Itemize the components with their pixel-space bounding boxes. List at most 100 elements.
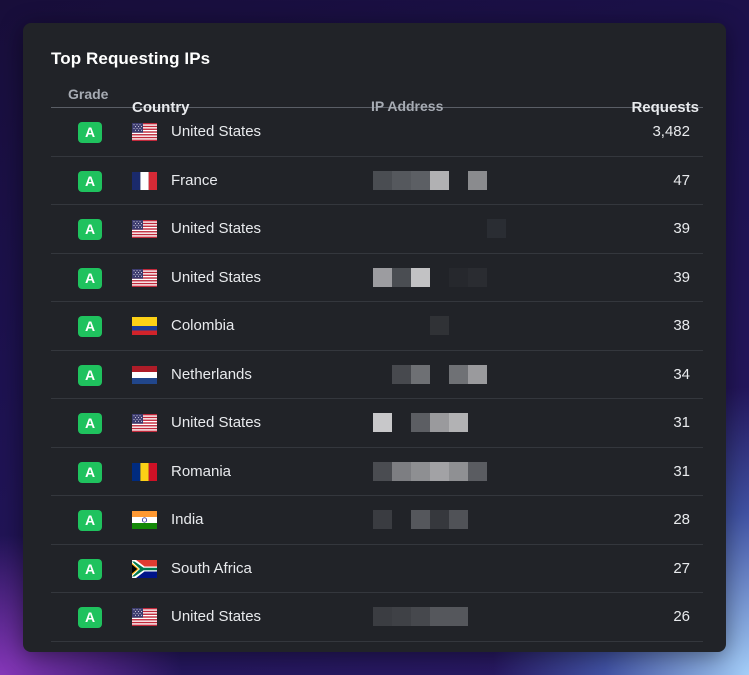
grade-badge: A <box>78 607 102 628</box>
request-count: 31 <box>673 462 690 480</box>
table-row[interactable]: A India 28 <box>51 496 703 545</box>
table-row[interactable]: A France 47 <box>51 157 703 205</box>
country-name: Colombia <box>171 317 235 334</box>
top-ips-card: Top Requesting IPs Grade Country IP Addr… <box>23 23 726 652</box>
redaction-pixel <box>411 461 430 481</box>
redaction-pixel <box>411 267 430 287</box>
ip-address-redacted <box>373 510 506 529</box>
country-name: Netherlands <box>171 365 252 383</box>
request-count: 34 <box>673 365 690 383</box>
table-row[interactable]: A Romania 31 <box>51 448 703 496</box>
country-name: France <box>171 171 218 189</box>
table-row[interactable]: A United States 26 <box>51 593 703 642</box>
redaction-pixel <box>468 607 487 626</box>
grade-badge: A <box>78 170 102 192</box>
us-flag-icon <box>132 608 157 626</box>
redaction-pixel <box>487 122 506 141</box>
redaction-pixel <box>430 219 449 238</box>
request-count: 31 <box>673 414 690 431</box>
redaction-pixel <box>487 607 506 626</box>
redaction-pixel <box>392 607 411 626</box>
redaction-pixel <box>449 461 468 481</box>
redaction-pixel <box>449 364 468 384</box>
us-flag-icon <box>132 220 157 238</box>
redaction-pixel <box>430 510 449 529</box>
card-title: Top Requesting IPs <box>51 49 211 68</box>
table-row[interactable]: A South Africa 27 <box>51 545 703 593</box>
us-flag-icon <box>132 414 157 432</box>
redaction-pixel <box>430 607 449 626</box>
request-count: 28 <box>673 511 690 528</box>
redaction-pixel <box>468 364 487 384</box>
redaction-pixel <box>373 122 392 141</box>
redaction-pixel <box>411 316 430 335</box>
grade-badge: A <box>78 413 102 434</box>
redaction-pixel <box>449 122 468 141</box>
ip-address-redacted <box>373 413 506 432</box>
country-name: United States <box>171 608 262 625</box>
redaction-pixel <box>392 316 411 335</box>
redaction-pixel <box>487 364 506 384</box>
redaction-pixel <box>468 219 487 238</box>
ip-table: Grade Country IP Address Requests A Unite… <box>51 84 703 642</box>
redaction-pixel <box>449 558 468 578</box>
redaction-pixel <box>373 219 392 238</box>
redaction-pixel <box>392 461 411 481</box>
nl-flag-icon <box>132 365 157 384</box>
column-header-grade[interactable]: Grade <box>68 86 108 102</box>
table-row[interactable]: A United States 3,482 <box>51 108 703 157</box>
redaction-pixel <box>449 267 468 287</box>
redaction-pixel <box>430 316 449 335</box>
table-row[interactable]: A United States 39 <box>51 254 703 302</box>
redaction-pixel <box>449 607 468 626</box>
country-name: United States <box>171 220 262 237</box>
redaction-pixel <box>430 461 449 481</box>
ip-address-redacted <box>373 461 506 481</box>
country-name: United States <box>171 123 262 140</box>
ip-address-redacted <box>373 219 506 238</box>
ip-address-redacted <box>373 558 506 578</box>
table-row[interactable]: A United States 39 <box>51 205 703 254</box>
table-body: A United States 3,482 A France 47 A United Stat… <box>51 108 703 642</box>
redaction-pixel <box>449 219 468 238</box>
redaction-pixel <box>373 607 392 626</box>
co-flag-icon <box>132 317 157 335</box>
ip-address-redacted <box>373 607 506 626</box>
country-name: United States <box>171 268 262 286</box>
table-header: Grade Country IP Address Requests <box>51 84 703 116</box>
ip-address-redacted <box>373 170 506 190</box>
redaction-pixel <box>468 558 487 578</box>
table-row[interactable]: A United States 31 <box>51 399 703 448</box>
redaction-pixel <box>411 607 430 626</box>
ip-address-redacted <box>373 316 506 335</box>
redaction-pixel <box>468 122 487 141</box>
redaction-pixel <box>411 364 430 384</box>
request-count: 47 <box>673 171 690 189</box>
request-count: 39 <box>673 268 690 286</box>
redaction-pixel <box>373 364 392 384</box>
redaction-pixel <box>487 510 506 529</box>
redaction-pixel <box>487 219 506 238</box>
redaction-pixel <box>411 170 430 190</box>
redaction-pixel <box>449 170 468 190</box>
in-flag-icon <box>132 511 157 529</box>
redaction-pixel <box>487 170 506 190</box>
request-count: 38 <box>673 317 690 334</box>
table-row[interactable]: A Colombia 38 <box>51 302 703 351</box>
grade-badge: A <box>78 461 102 483</box>
redaction-pixel <box>487 461 506 481</box>
redaction-pixel <box>392 364 411 384</box>
redaction-pixel <box>487 267 506 287</box>
redaction-pixel <box>430 364 449 384</box>
ro-flag-icon <box>132 462 157 481</box>
grade-badge: A <box>78 219 102 240</box>
redaction-pixel <box>373 316 392 335</box>
redaction-pixel <box>487 558 506 578</box>
redaction-pixel <box>373 510 392 529</box>
redaction-pixel <box>392 170 411 190</box>
redaction-pixel <box>392 413 411 432</box>
table-row[interactable]: A Netherlands 34 <box>51 351 703 399</box>
ip-address-redacted <box>373 122 506 141</box>
redaction-pixel <box>430 122 449 141</box>
redaction-pixel <box>449 413 468 432</box>
